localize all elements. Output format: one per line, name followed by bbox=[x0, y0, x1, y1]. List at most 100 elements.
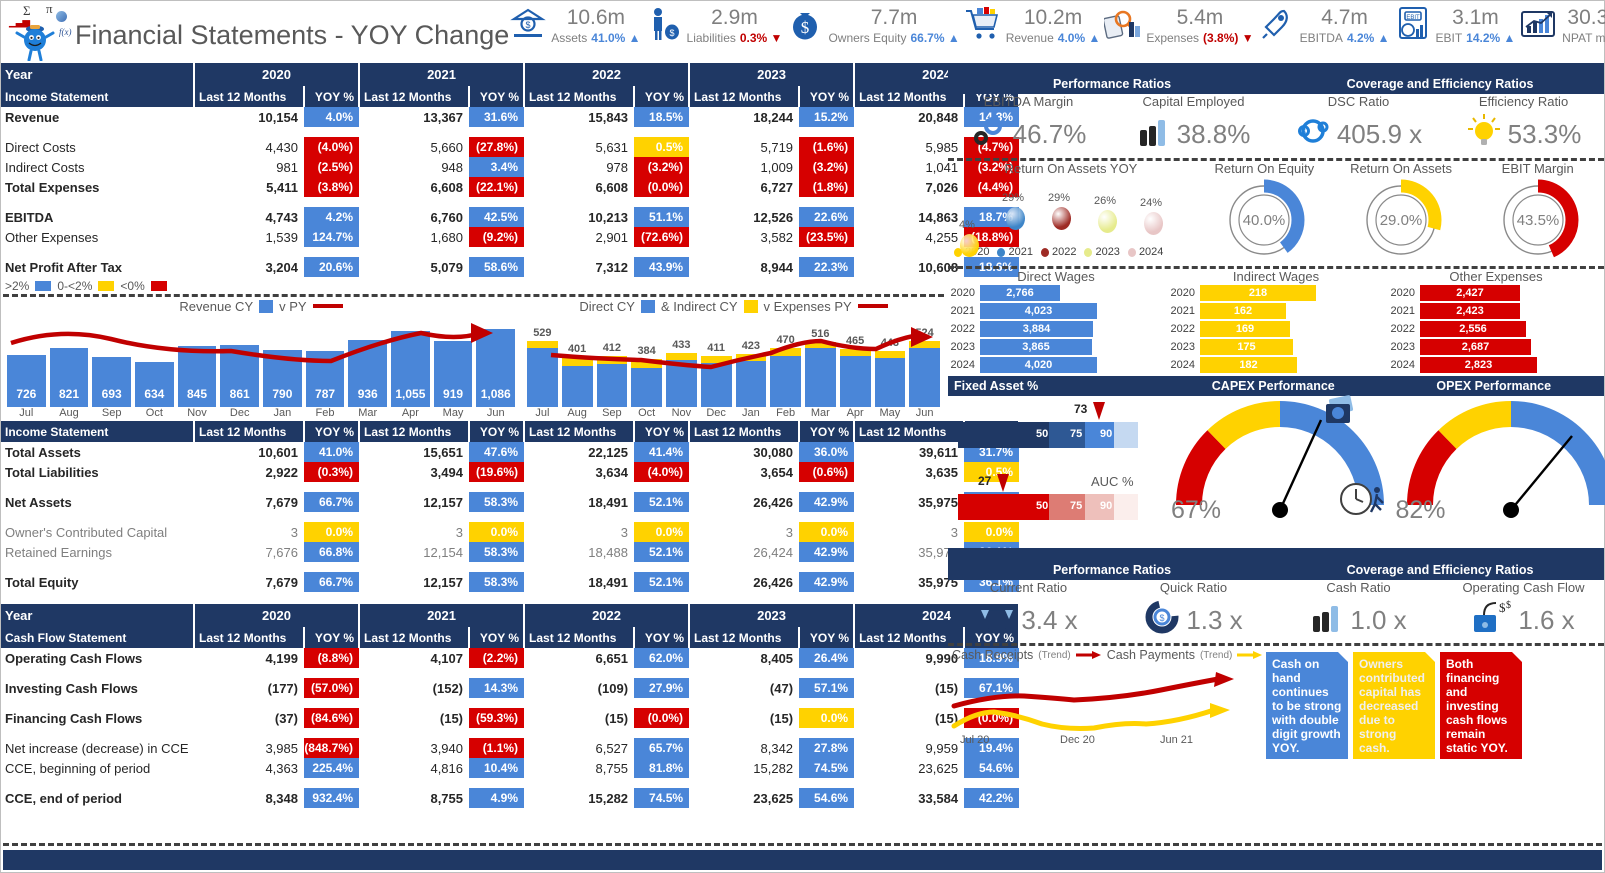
col-yoy: YOY % bbox=[304, 627, 361, 648]
month-label: Jan bbox=[742, 407, 760, 419]
kpi-change: 4.2% ▲ bbox=[1346, 31, 1390, 45]
performance-ratios-title-2: Performance Ratios bbox=[1052, 563, 1172, 577]
row-value: 3 bbox=[785, 524, 793, 540]
row-value: 6,727 bbox=[760, 179, 794, 195]
hbar-row: 2024 2,823 bbox=[1386, 356, 1605, 374]
cash-trend-sparklines bbox=[951, 672, 1234, 731]
bar-value-label: 936 bbox=[357, 387, 378, 401]
bar-column: 433 bbox=[666, 339, 697, 407]
kpi-change: 66.7% ▲ bbox=[910, 31, 960, 45]
bullet-tick: 50 bbox=[1036, 428, 1049, 440]
bar-total-label: 529 bbox=[533, 327, 552, 339]
dollar-cycle-icon: $ bbox=[1295, 114, 1331, 155]
bar-column: 470 bbox=[770, 334, 801, 407]
row-value: 6,608 bbox=[595, 179, 629, 195]
revenue-chart: Revenue CY v PY 726 821 693 634 845 861 790 787 9… bbox=[1, 297, 521, 419]
hbar-row: 2021 4,023 bbox=[946, 302, 1166, 320]
indirect-segment bbox=[527, 341, 558, 348]
opex-title: OPEX Performance bbox=[1436, 379, 1552, 393]
performance-ratios-header: Performance Ratios Coverage and Efficien… bbox=[948, 74, 1604, 94]
legend-label: 0-<2% bbox=[57, 279, 93, 293]
dollar-refresh-icon: $ bbox=[1144, 600, 1180, 641]
chart-other-expenses: Other Expenses 2020 2,427 2021 2,423 2022 2,55… bbox=[1386, 269, 1605, 374]
ratio-ebitda-margin: EBITDA Margin 46.7% bbox=[946, 94, 1111, 156]
row-label: Direct Costs bbox=[5, 139, 76, 155]
function-icon: f(x) bbox=[59, 27, 72, 37]
row-label: Total Liabilities bbox=[5, 464, 99, 480]
bar-value-label: 845 bbox=[187, 387, 208, 401]
kpi-change: (3.8%) ▼ bbox=[1203, 31, 1254, 45]
cash-legend-label: Cash Payments bbox=[1106, 648, 1195, 662]
row-label: Net increase (decrease) in CCE bbox=[5, 740, 189, 756]
row-value: 948 bbox=[441, 159, 464, 175]
row-yoy: 22.3% bbox=[799, 257, 855, 277]
table-row: Net increase (decrease) in CCE 3,985 (848.… bbox=[1, 738, 1020, 758]
direct-segment bbox=[909, 348, 940, 407]
row-yoy: 43.9% bbox=[634, 257, 690, 277]
indirect-segment bbox=[666, 353, 697, 360]
scales-icon bbox=[979, 600, 1015, 641]
hbar-value: 3,865 bbox=[980, 339, 1092, 355]
donut-title: EBIT Margin bbox=[1501, 161, 1574, 176]
row-yoy: (19.6%) bbox=[469, 462, 524, 482]
roa-legend-dot bbox=[997, 247, 1006, 257]
indirect-segment bbox=[839, 349, 871, 356]
row-yoy: (3.2%) bbox=[634, 157, 690, 177]
bullet-tick: 50 bbox=[1036, 500, 1049, 512]
row-yoy: 0.5% bbox=[634, 137, 690, 157]
col-yoy: YOY % bbox=[634, 86, 691, 107]
spacer-row bbox=[1, 127, 1019, 137]
month-label: Oct bbox=[638, 407, 656, 419]
kpi-change: 14.2% ▲ bbox=[1466, 31, 1516, 45]
row-yoy: 4.9% bbox=[469, 788, 525, 808]
svg-text:$: $ bbox=[801, 18, 810, 37]
ratio-value: 405.9 x bbox=[1336, 118, 1423, 149]
row-value: 3,940 bbox=[430, 740, 464, 756]
row-yoy: 41.0% bbox=[304, 442, 359, 462]
sphere-icon bbox=[56, 11, 67, 22]
marker-triangle-icon bbox=[997, 474, 1009, 492]
chart-legend-label: & Indirect CY bbox=[660, 298, 738, 314]
row-value: 981 bbox=[276, 159, 298, 175]
bar-value-label: 919 bbox=[443, 387, 464, 401]
row-yoy: (3.2%) bbox=[799, 157, 855, 177]
chart-title: Indirect Wages bbox=[1232, 269, 1320, 284]
bar-segment: 845 bbox=[177, 346, 217, 407]
row-value: 15,282 bbox=[753, 760, 794, 776]
roa-legend-item: 2022 bbox=[1040, 246, 1076, 258]
marker-triangle-icon bbox=[1093, 402, 1105, 420]
roa-value-label: 29% bbox=[1047, 192, 1071, 204]
row-value: 33,584 bbox=[918, 790, 959, 806]
cards-icon bbox=[1326, 395, 1354, 423]
roa-value-label: 24% bbox=[1139, 197, 1163, 209]
col-last12: Last 12 Months bbox=[359, 421, 470, 442]
calculator-chart-icon bbox=[1103, 5, 1144, 45]
chart-direct-wages: Direct Wages 2020 2,766 2021 4,023 2022 3,884 2… bbox=[946, 269, 1166, 374]
bar-segment: 936 bbox=[348, 340, 388, 407]
kpi-value: 2.9m bbox=[711, 6, 758, 29]
bar-value-label: 787 bbox=[315, 387, 336, 401]
direct-segment bbox=[561, 366, 593, 407]
roa-legend-dot bbox=[1127, 247, 1136, 257]
bar-column: 845 bbox=[177, 346, 217, 407]
pi-icon: π bbox=[46, 1, 53, 16]
row-yoy: 36.0% bbox=[799, 442, 854, 462]
commentary-note: Owners contributed capital has decreased… bbox=[1353, 652, 1435, 759]
bar-value-label: 634 bbox=[144, 387, 165, 401]
direct-segment bbox=[700, 363, 732, 407]
bar-value-label: 1,086 bbox=[480, 387, 511, 401]
row-yoy: (0.6%) bbox=[799, 462, 854, 482]
row-label: Indirect Costs bbox=[5, 159, 85, 175]
bar-total-label: 412 bbox=[602, 342, 622, 354]
row-value: (37) bbox=[274, 710, 298, 726]
row-yoy: 66.7% bbox=[304, 492, 359, 512]
kpi-label: Liabilities bbox=[686, 31, 736, 45]
capex-title: CAPEX Performance bbox=[1211, 379, 1335, 393]
statement-label: Cash Flow Statement bbox=[1, 627, 195, 648]
bar-total-label: 411 bbox=[707, 342, 725, 354]
row-yoy: 66.8% bbox=[304, 542, 359, 562]
direct-segment bbox=[735, 361, 767, 407]
row-yoy: 52.1% bbox=[634, 492, 689, 512]
bar-value-label: 726 bbox=[16, 387, 37, 401]
kpi-label: EBITDA bbox=[1299, 31, 1343, 45]
